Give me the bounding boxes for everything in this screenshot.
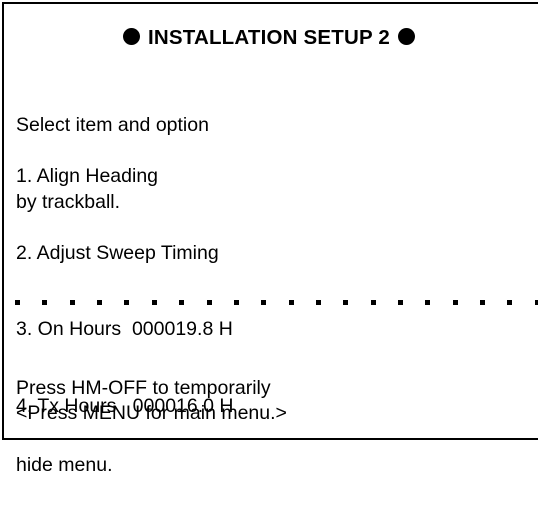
dotted-separator	[15, 299, 538, 305]
filled-circle-icon	[122, 28, 140, 45]
filled-circle-icon	[398, 28, 416, 45]
menu-item-adjust-sweep-timing[interactable]: 2. Adjust Sweep Timing	[16, 241, 234, 267]
hide-menu-hint-line-2: hide menu.	[16, 453, 113, 476]
menu-title-row: INSTALLATION SETUP 2	[4, 26, 534, 50]
menu-item-align-heading[interactable]: 1. Align Heading	[16, 164, 234, 190]
hide-menu-hint: Press HM-OFF to temporarily hide menu.	[16, 325, 271, 529]
installation-setup-2-panel: INSTALLATION SETUP 2 Select item and opt…	[2, 2, 538, 476]
main-menu-hint: <Press MENU for main menu.>	[16, 402, 287, 424]
menu-title: INSTALLATION SETUP 2	[147, 26, 391, 49]
hide-menu-hint-line-1: Press HM-OFF to temporarily	[16, 377, 271, 399]
